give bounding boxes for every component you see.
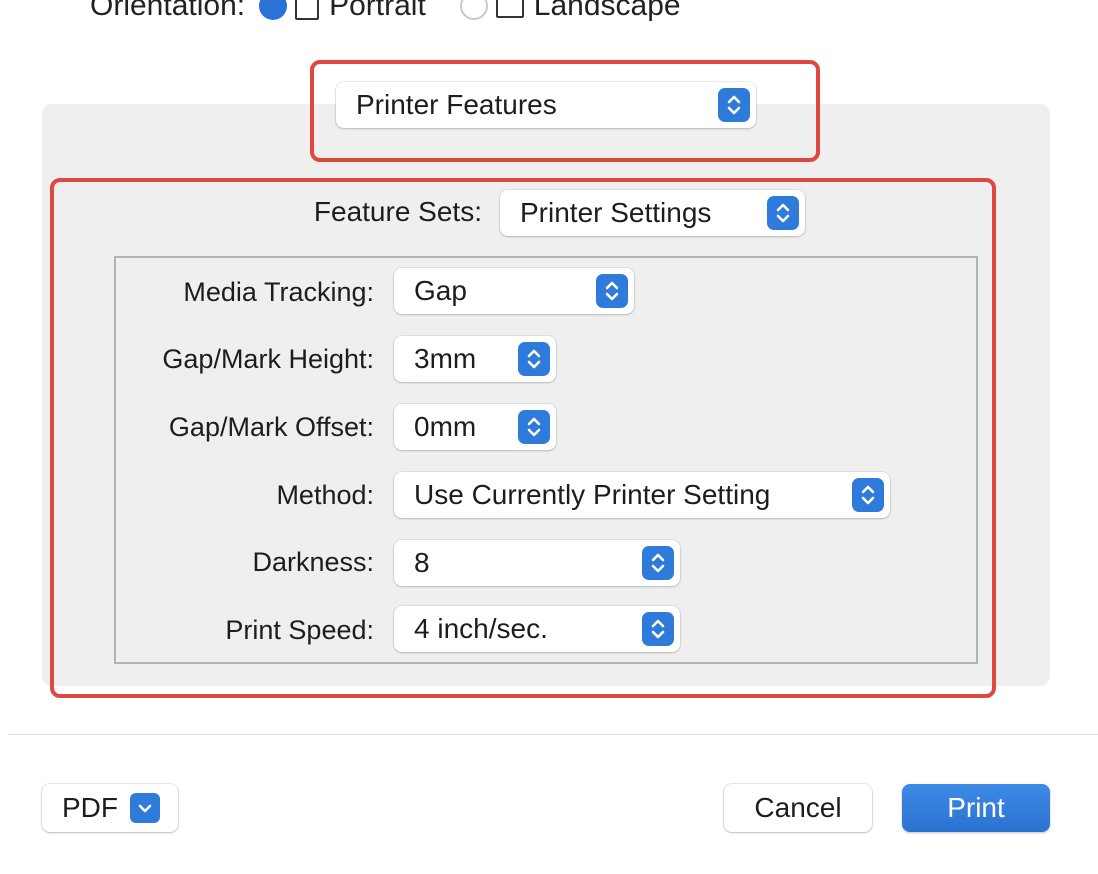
pdf-label: PDF xyxy=(62,792,118,823)
footer-divider xyxy=(8,734,1098,735)
updown-chevron-icon xyxy=(718,88,750,122)
print-button[interactable]: Print xyxy=(902,784,1050,832)
gap-mark-offset-label: Gap/Mark Offset: xyxy=(168,412,374,442)
darkness-popup[interactable]: 8 xyxy=(394,540,680,586)
media-tracking-value: Gap xyxy=(414,275,467,306)
darkness-label: Darkness: xyxy=(252,547,374,577)
method-value: Use Currently Printer Setting xyxy=(414,479,771,510)
feature-sets-label: Feature Sets: xyxy=(313,196,482,227)
darkness-value: 8 xyxy=(414,547,430,578)
feature-sets-popup[interactable]: Printer Settings xyxy=(500,190,805,236)
gap-mark-height-value: 3mm xyxy=(414,343,477,374)
updown-chevron-icon xyxy=(596,274,628,308)
gap-mark-offset-value: 0mm xyxy=(414,411,477,442)
print-speed-label: Print Speed: xyxy=(225,615,374,645)
orientation-row: Orientation: Portrait Landscape xyxy=(90,0,681,26)
portrait-label: Portrait xyxy=(329,0,426,22)
updown-chevron-icon xyxy=(518,342,550,376)
method-popup[interactable]: Use Currently Printer Setting xyxy=(394,472,890,518)
portrait-radio[interactable] xyxy=(259,0,288,20)
section-popup-value: Printer Features xyxy=(356,89,557,120)
updown-chevron-icon xyxy=(852,478,884,512)
print-dialog: Orientation: Portrait Landscape Printer … xyxy=(0,0,1098,874)
gap-mark-height-label: Gap/Mark Height: xyxy=(162,344,374,374)
gap-mark-height-popup[interactable]: 3mm xyxy=(394,336,556,382)
updown-chevron-icon xyxy=(642,612,674,646)
updown-chevron-icon xyxy=(518,410,550,444)
print-speed-value: 4 inch/sec. xyxy=(414,613,548,644)
gap-mark-offset-popup[interactable]: 0mm xyxy=(394,404,556,450)
landscape-label: Landscape xyxy=(533,0,681,22)
chevron-down-icon xyxy=(130,793,160,823)
updown-chevron-icon xyxy=(767,196,799,230)
print-speed-popup[interactable]: 4 inch/sec. xyxy=(394,606,680,652)
orientation-label: Orientation: xyxy=(90,0,246,22)
printer-settings-box xyxy=(114,256,978,664)
updown-chevron-icon xyxy=(642,546,674,580)
media-tracking-label: Media Tracking: xyxy=(183,277,374,307)
landscape-radio[interactable] xyxy=(459,0,488,20)
media-tracking-popup[interactable]: Gap xyxy=(394,268,634,314)
pdf-menu-button[interactable]: PDF xyxy=(42,784,178,832)
portrait-icon xyxy=(295,0,320,20)
section-popup[interactable]: Printer Features xyxy=(336,82,756,128)
feature-sets-value: Printer Settings xyxy=(520,197,712,228)
method-label: Method: xyxy=(276,480,374,510)
landscape-icon xyxy=(495,0,524,18)
cancel-button[interactable]: Cancel xyxy=(724,784,872,832)
